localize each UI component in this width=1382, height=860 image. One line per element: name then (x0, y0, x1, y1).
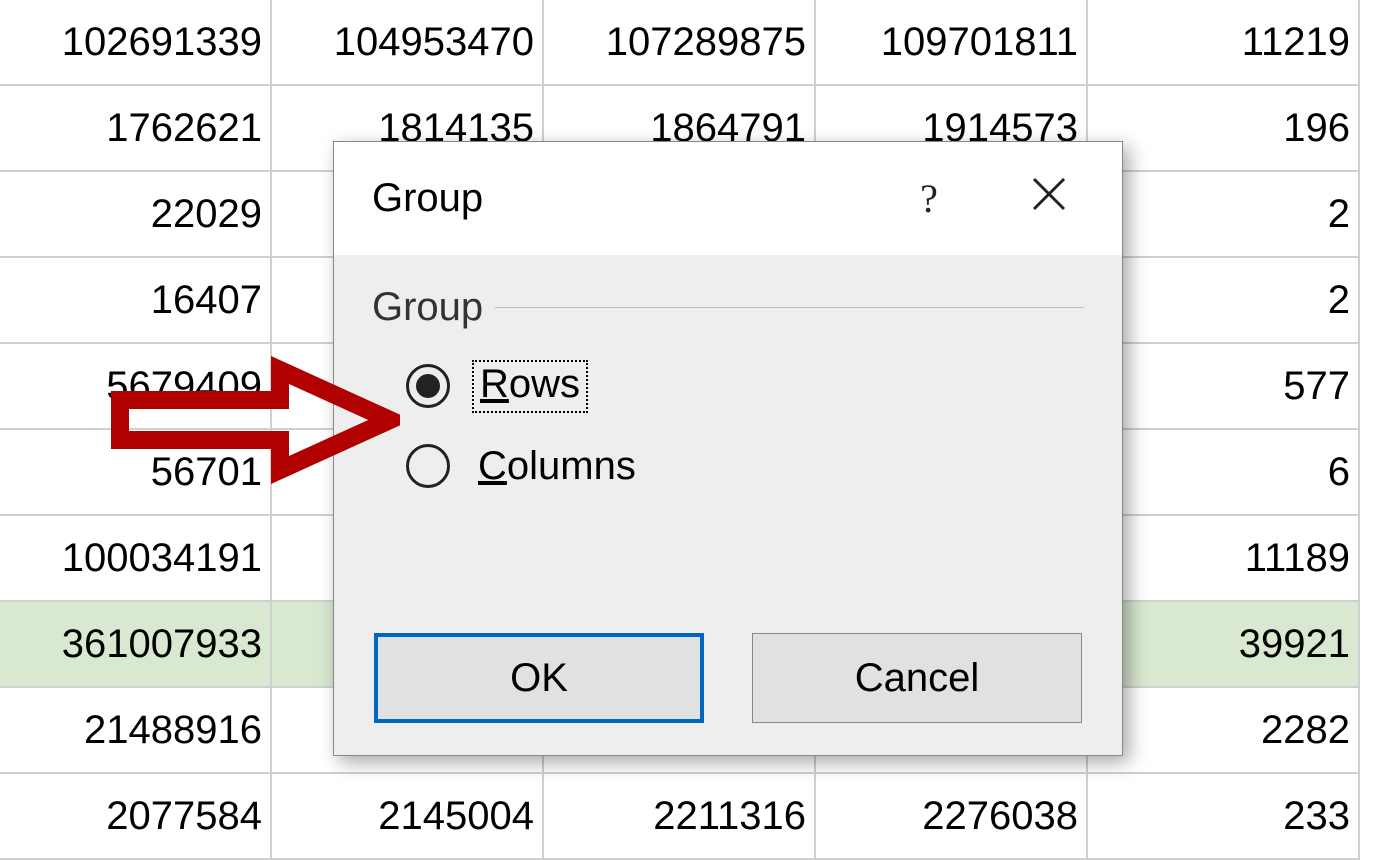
cell[interactable]: 109701811 (816, 0, 1088, 86)
cell[interactable]: 11189 (1088, 516, 1360, 602)
cell[interactable]: 39921 (1088, 602, 1360, 688)
cell[interactable]: 2282 (1088, 688, 1360, 774)
cell[interactable]: 6 (1088, 430, 1360, 516)
table-row: 2077584214500422113162276038233 (0, 774, 1382, 860)
cell[interactable]: 2 (1088, 172, 1360, 258)
radio-columns[interactable] (406, 444, 450, 488)
group-section: Group Rows Columns (334, 255, 1122, 496)
group-dialog: Group ? Group Rows Columns OK Canc (333, 141, 1123, 756)
radio-row-columns[interactable]: Columns (406, 436, 1084, 496)
close-button[interactable] (1004, 169, 1094, 229)
cell[interactable]: 56701 (0, 430, 272, 516)
cell[interactable]: 1762621 (0, 86, 272, 172)
dialog-title: Group (372, 176, 884, 221)
radio-rows[interactable] (406, 364, 450, 408)
ok-button[interactable]: OK (374, 633, 704, 723)
cell[interactable]: 2 (1088, 258, 1360, 344)
dialog-actions: OK Cancel (334, 633, 1122, 723)
cell[interactable]: 100034191 (0, 516, 272, 602)
close-icon (1032, 176, 1066, 221)
cell[interactable]: 577 (1088, 344, 1360, 430)
radio-rows-label: Rows (472, 360, 588, 413)
cell[interactable]: 104953470 (272, 0, 544, 86)
cell[interactable]: 21488916 (0, 688, 272, 774)
radio-row-rows[interactable]: Rows (406, 356, 1084, 416)
cell[interactable]: 102691339 (0, 0, 272, 86)
cell[interactable]: 5679409 (0, 344, 272, 430)
cell[interactable]: 361007933 (0, 602, 272, 688)
help-button[interactable]: ? (884, 169, 974, 229)
cell[interactable]: 2077584 (0, 774, 272, 860)
dialog-body: Group Rows Columns OK Cancel (334, 255, 1122, 755)
cell[interactable]: 2145004 (272, 774, 544, 860)
group-section-label: Group (372, 285, 483, 330)
group-section-header: Group (372, 285, 1084, 330)
cell[interactable]: 2276038 (816, 774, 1088, 860)
cell[interactable]: 16407 (0, 258, 272, 344)
radio-columns-label: Columns (472, 442, 642, 491)
cell[interactable]: 196 (1088, 86, 1360, 172)
cell[interactable]: 233 (1088, 774, 1360, 860)
dialog-titlebar: Group ? (334, 142, 1122, 255)
cancel-button[interactable]: Cancel (752, 633, 1082, 723)
cell[interactable]: 107289875 (544, 0, 816, 86)
cell[interactable]: 11219 (1088, 0, 1360, 86)
cell[interactable]: 22029 (0, 172, 272, 258)
cell[interactable]: 2211316 (544, 774, 816, 860)
section-divider (495, 307, 1084, 308)
table-row: 1026913391049534701072898751097018111121… (0, 0, 1382, 86)
